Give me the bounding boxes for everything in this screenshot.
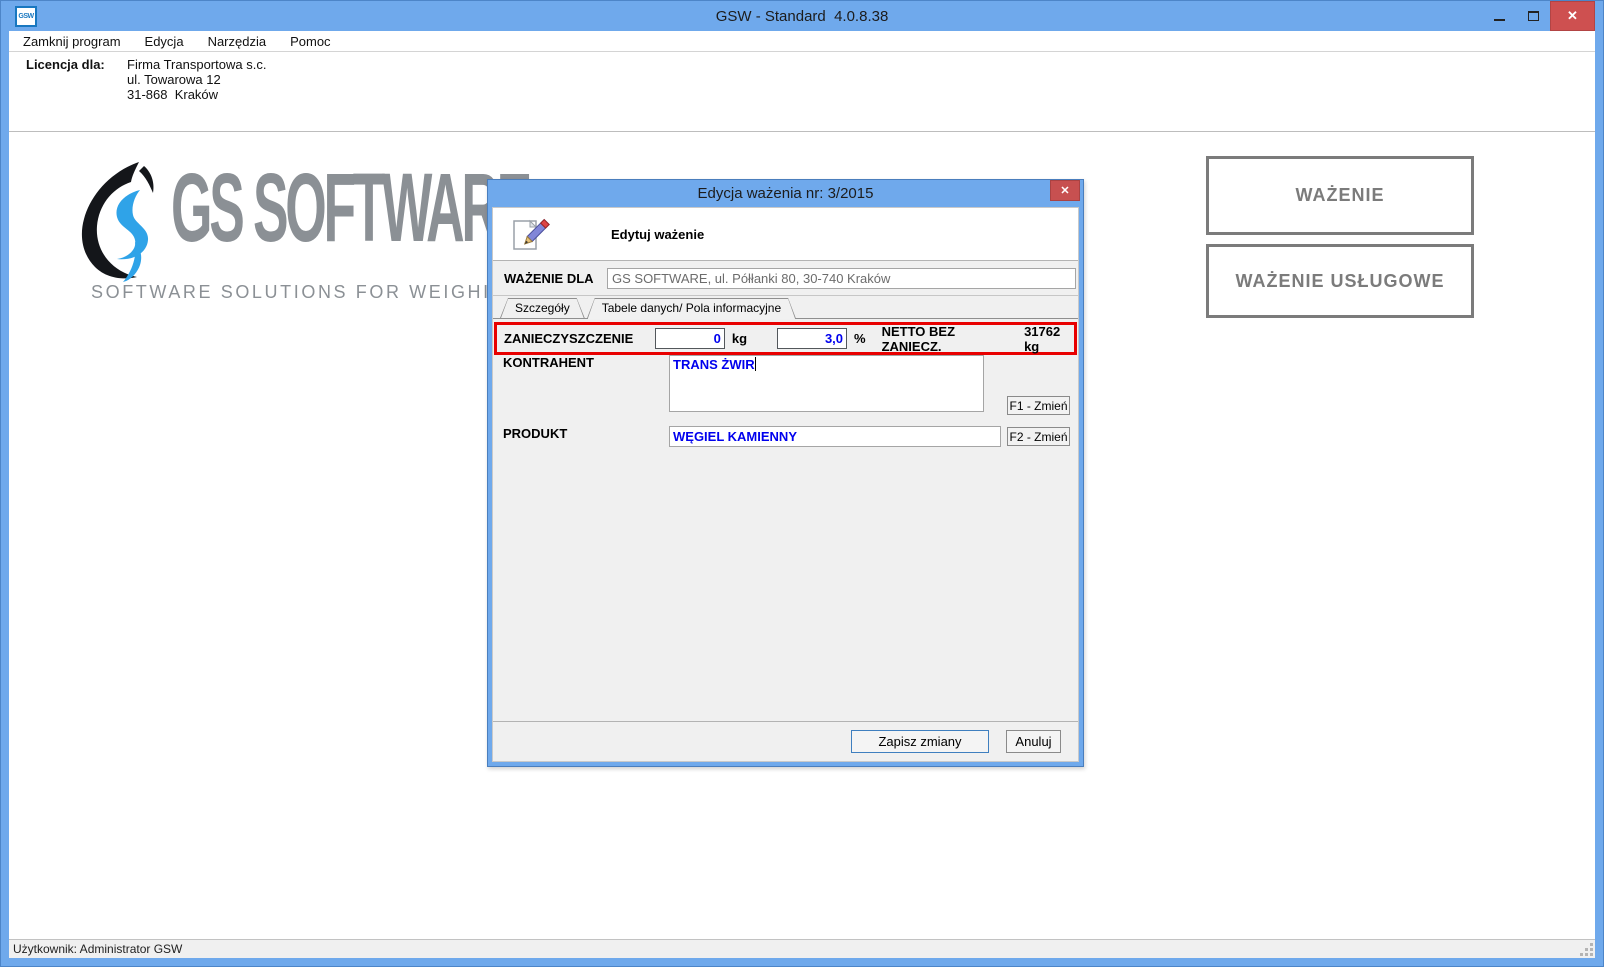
app-window: GSW GSW - Standard 4.0.8.38 ✕ Zamknij pr… (0, 0, 1604, 967)
kontrahent-label: KONTRAHENT (493, 355, 669, 412)
close-icon: ✕ (1567, 8, 1578, 24)
tab-content: ZANIECZYSZCZENIE kg % NETTO BEZ ZANIECZ.… (493, 319, 1078, 721)
license-strip: Licencja dla: Firma Transportowa s.c. ul… (9, 52, 1595, 132)
kg-unit-label: kg (732, 331, 747, 346)
dialog-close-icon: ✕ (1060, 184, 1069, 197)
dialog-title: Edycja ważenia nr: 3/2015 (698, 185, 874, 202)
license-line-street: ul. Towarowa 12 (127, 72, 266, 87)
menu-item-zamknij-program[interactable]: Zamknij program (23, 34, 121, 49)
cancel-button[interactable]: Anuluj (1006, 730, 1061, 753)
titlebar: GSW GSW - Standard 4.0.8.38 ✕ (1, 1, 1603, 31)
minimize-button[interactable] (1482, 1, 1516, 31)
wazenie-dla-row: WAŻENIE DLA (493, 261, 1078, 296)
edit-pencil-icon (511, 215, 551, 253)
tab-szczegoly[interactable]: Szczegóły (500, 298, 585, 318)
f1-zmien-button[interactable]: F1 - Zmień (1007, 396, 1070, 415)
status-user-text: Użytkownik: Administrator GSW (13, 942, 182, 956)
maximize-button[interactable] (1516, 1, 1550, 31)
resize-grip-icon[interactable] (1581, 944, 1593, 956)
save-changes-button[interactable]: Zapisz zmiany (851, 730, 989, 753)
kontrahent-value: TRANS ŻWIR (673, 357, 755, 372)
window-controls: ✕ (1482, 1, 1595, 31)
produkt-input[interactable] (669, 426, 1001, 447)
kontrahent-field[interactable]: TRANS ŻWIR (669, 355, 984, 412)
f2-zmien-button[interactable]: F2 - Zmień (1007, 427, 1070, 446)
wazenie-button[interactable]: WAŻENIE (1206, 156, 1474, 235)
zanieczyszczenie-percent-input[interactable] (777, 328, 847, 349)
tab-tabele-danych[interactable]: Tabele danych/ Pola informacyjne (587, 298, 796, 319)
status-bar: Użytkownik: Administrator GSW (9, 939, 1595, 958)
dialog-header: Edytuj ważenie (493, 208, 1078, 261)
menu-bar: Zamknij program Edycja Narzędzia Pomoc (9, 31, 1595, 52)
license-line-city: 31-868 Kraków (127, 87, 266, 102)
wazenie-dla-label: WAŻENIE DLA (504, 271, 604, 286)
dialog-body: Edytuj ważenie WAŻENIE DLA Szczegóły Tab… (492, 207, 1079, 762)
close-button[interactable]: ✕ (1550, 1, 1595, 31)
menu-item-pomoc[interactable]: Pomoc (290, 34, 330, 49)
window-frame: Zamknij program Edycja Narzędzia Pomoc L… (9, 31, 1595, 958)
tab-strip: Szczegóły Tabele danych/ Pola informacyj… (493, 296, 1078, 319)
app-icon: GSW (15, 6, 37, 27)
zanieczyszczenie-kg-input[interactable] (655, 328, 725, 349)
minimize-icon (1494, 19, 1505, 21)
netto-bez-zaniecz-label: NETTO BEZ ZANIECZ. (882, 324, 1006, 354)
maximize-icon (1528, 11, 1539, 21)
produkt-row: PRODUKT (493, 426, 1078, 447)
dialog-footer: Zapisz zmiany Anuluj (493, 721, 1078, 761)
gs-software-logo: GS SOFTWARE SOFTWARE SOLUTIONS FOR WEIGH… (69, 152, 489, 312)
main-content: GS SOFTWARE SOFTWARE SOLUTIONS FOR WEIGH… (9, 132, 1595, 939)
license-address: Firma Transportowa s.c. ul. Towarowa 12 … (127, 57, 266, 131)
logo-wordmark: GS SOFTWARE (171, 168, 529, 248)
window-title: GSW - Standard 4.0.8.38 (1, 8, 1603, 25)
menu-item-edycja[interactable]: Edycja (145, 34, 184, 49)
logo-mark-icon (77, 160, 185, 288)
zanieczyszczenie-label: ZANIECZYSZCZENIE (504, 331, 655, 346)
percent-unit-label: % (854, 331, 866, 346)
zanieczyszczenie-highlight-row: ZANIECZYSZCZENIE kg % NETTO BEZ ZANIECZ.… (494, 322, 1077, 355)
license-label: Licencja dla: (26, 57, 127, 131)
menu-item-narzedzia[interactable]: Narzędzia (208, 34, 267, 49)
license-line-company: Firma Transportowa s.c. (127, 57, 266, 72)
netto-value: 31762 kg (1024, 324, 1074, 354)
wazenie-dla-input[interactable] (607, 268, 1076, 289)
produkt-label: PRODUKT (493, 426, 669, 447)
edit-weighing-dialog: Edycja ważenia nr: 3/2015 ✕ (487, 179, 1084, 767)
kontrahent-row: KONTRAHENT TRANS ŻWIR (493, 355, 1078, 412)
wazenie-uslugowe-button[interactable]: WAŻENIE USŁUGOWE (1206, 244, 1474, 318)
text-caret (755, 357, 756, 371)
dialog-titlebar: Edycja ważenia nr: 3/2015 ✕ (488, 180, 1083, 207)
dialog-close-button[interactable]: ✕ (1050, 180, 1080, 201)
dialog-header-label: Edytuj ważenie (611, 227, 704, 242)
